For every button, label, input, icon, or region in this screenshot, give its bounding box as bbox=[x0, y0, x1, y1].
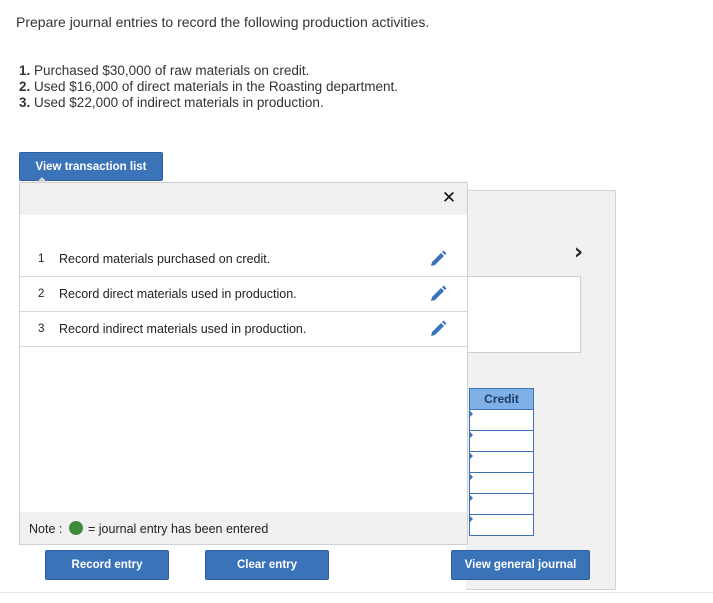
close-icon[interactable]: ✕ bbox=[440, 187, 458, 209]
step-text: Purchased $30,000 of raw materials on cr… bbox=[34, 63, 310, 78]
transaction-label[interactable]: Record direct materials used in producti… bbox=[59, 287, 297, 301]
step-text: Used $22,000 of indirect materials in pr… bbox=[34, 95, 324, 110]
note-bar: Note : = journal entry has been entered bbox=[20, 512, 467, 544]
transaction-label[interactable]: Record indirect materials used in produc… bbox=[59, 322, 306, 336]
popup-header bbox=[20, 183, 467, 215]
credit-input-cell[interactable] bbox=[469, 473, 534, 494]
transaction-row[interactable]: 2 Record direct materials used in produc… bbox=[20, 277, 467, 312]
transaction-list-popup: ✕ 1 Record materials purchased on credit… bbox=[19, 182, 468, 545]
clear-entry-button[interactable]: Clear entry bbox=[205, 550, 329, 580]
divider bbox=[0, 592, 713, 593]
instruction-steps: 1. Purchased $30,000 of raw materials on… bbox=[19, 63, 398, 111]
step-number: 3. bbox=[19, 95, 31, 110]
transaction-row[interactable]: 3 Record indirect materials used in prod… bbox=[20, 312, 467, 347]
credit-input-cell[interactable] bbox=[469, 494, 534, 515]
step-text: Used $16,000 of direct materials in the … bbox=[34, 79, 398, 94]
step-2: 2. Used $16,000 of direct materials in t… bbox=[19, 79, 398, 95]
transaction-number: 2 bbox=[38, 288, 45, 300]
step-1: 1. Purchased $30,000 of raw materials on… bbox=[19, 63, 398, 79]
view-general-journal-button[interactable]: View general journal bbox=[451, 550, 590, 580]
transaction-row[interactable]: 1 Record materials purchased on credit. bbox=[20, 242, 467, 277]
entered-status-dot-icon bbox=[69, 521, 83, 535]
pencil-icon[interactable] bbox=[429, 285, 447, 303]
transaction-number: 1 bbox=[38, 253, 45, 265]
transaction-label[interactable]: Record materials purchased on credit. bbox=[59, 252, 270, 266]
credit-column-header: Credit bbox=[469, 388, 534, 410]
record-entry-button[interactable]: Record entry bbox=[45, 550, 169, 580]
step-number: 2. bbox=[19, 79, 31, 94]
step-3: 3. Used $22,000 of indirect materials in… bbox=[19, 95, 398, 111]
journal-description-box bbox=[466, 276, 581, 353]
credit-input-cell[interactable] bbox=[469, 452, 534, 473]
step-number: 1. bbox=[19, 63, 31, 78]
pencil-icon[interactable] bbox=[429, 250, 447, 268]
popup-caret-icon bbox=[36, 177, 48, 183]
instructions-intro: Prepare journal entries to record the fo… bbox=[16, 14, 430, 30]
credit-input-cell[interactable] bbox=[469, 515, 534, 536]
credit-input-cell[interactable] bbox=[469, 431, 534, 452]
next-arrow-icon[interactable]: › bbox=[574, 240, 583, 265]
credit-input-cell[interactable] bbox=[469, 410, 534, 431]
transaction-number: 3 bbox=[38, 323, 45, 335]
note-label: Note : bbox=[29, 522, 63, 536]
note-text: = journal entry has been entered bbox=[88, 522, 269, 536]
pencil-icon[interactable] bbox=[429, 320, 447, 338]
